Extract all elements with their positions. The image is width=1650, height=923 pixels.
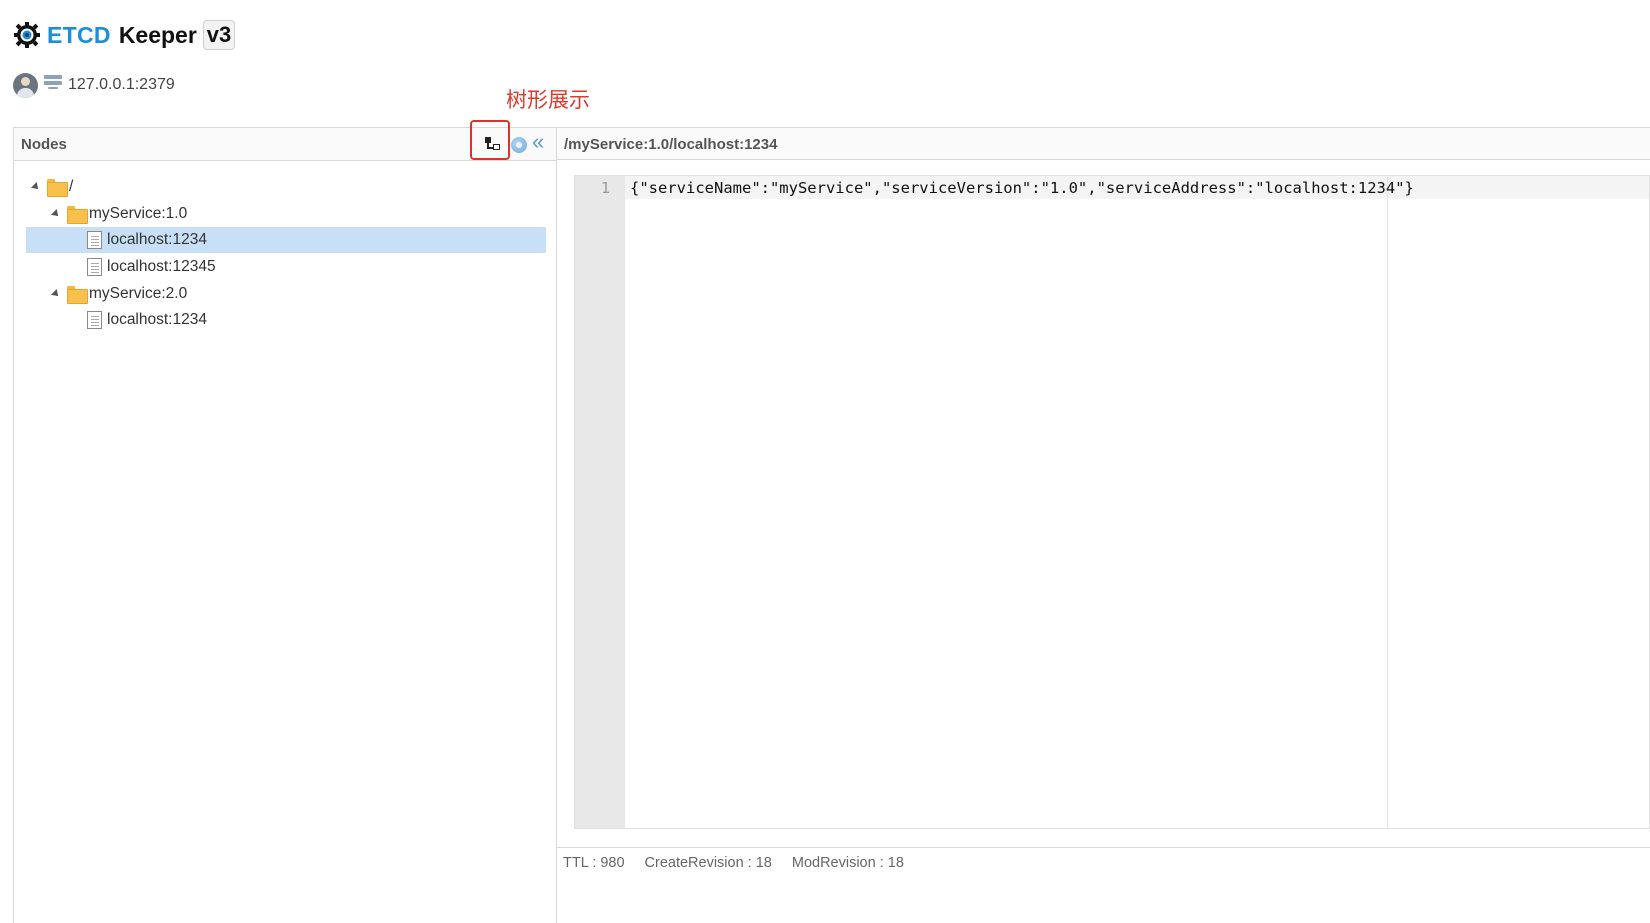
tree-node-file[interactable]: localhost:1234 — [26, 307, 546, 333]
expand-caret-icon[interactable] — [31, 182, 41, 192]
refresh-icon[interactable] — [511, 137, 527, 153]
nodes-panel-title: Nodes — [21, 136, 67, 153]
node-stats-footer: TTL : 980 CreateRevision : 18 ModRevisio… — [557, 847, 1650, 877]
brand-keeper: Keeper — [118, 21, 197, 48]
node-path: /myService:1.0/localhost:1234 — [564, 136, 778, 153]
value-editor[interactable]: 1 {"serviceName":"myService","serviceVer… — [574, 175, 1650, 829]
tree-node-file-selected[interactable]: localhost:1234 — [26, 227, 546, 254]
collapse-left-icon[interactable]: « — [532, 131, 544, 153]
tree-node-label: myService:1.0 — [89, 204, 188, 222]
ttl-value: TTL : 980 — [563, 855, 625, 871]
nodes-panel-header: Nodes « — [14, 120, 556, 161]
expand-caret-icon[interactable] — [51, 288, 61, 299]
line-number: 1 — [600, 179, 610, 197]
folder-icon — [67, 205, 88, 224]
create-revision-value: CreateRevision : 18 — [644, 855, 772, 871]
editor-gutter: 1 — [575, 176, 625, 828]
app-brand: ETCD Keeper v3 — [13, 18, 236, 52]
brand-etcd: ETCD — [47, 21, 111, 48]
tree-view-icon[interactable] — [484, 135, 502, 153]
tree-node-folder[interactable]: myService:2.0 — [26, 281, 546, 307]
expand-caret-icon[interactable] — [51, 208, 61, 219]
folder-icon — [67, 285, 88, 304]
tree-node-root[interactable]: / — [26, 174, 546, 200]
tree-node-label: / — [69, 178, 74, 195]
server-icon — [44, 75, 62, 95]
folder-icon — [47, 179, 68, 197]
editor-header: /myService:1.0/localhost:1234 — [557, 127, 1650, 160]
tree-node-label: localhost:1234 — [107, 231, 207, 249]
tree-node-label: myService:2.0 — [89, 284, 188, 302]
file-icon — [87, 258, 102, 277]
node-tree: / myService:1.0 localhost:1234 localhost… — [26, 174, 546, 334]
mod-revision-value: ModRevision : 18 — [791, 855, 904, 871]
etcd-keeper-app: ETCD Keeper v3 127.0.0.1:2379 树形展示 Nodes… — [0, 0, 1650, 923]
file-icon — [87, 231, 102, 250]
tree-node-label: localhost:12345 — [107, 258, 216, 276]
tree-node-file[interactable]: localhost:12345 — [26, 254, 546, 280]
tree-node-label: localhost:1234 — [107, 311, 207, 329]
connection-info: 127.0.0.1:2379 — [13, 72, 175, 98]
tree-node-folder[interactable]: myService:1.0 — [26, 201, 546, 227]
nodes-panel: Nodes « / myService:1.0 localhost:1234 l… — [13, 120, 557, 923]
version-badge: v3 — [202, 20, 236, 50]
tree-view-annotation: 树形展示 — [506, 88, 590, 112]
user-avatar-icon[interactable] — [13, 72, 38, 98]
gear-eye-icon — [14, 22, 40, 48]
editor-content[interactable]: {"serviceName":"myService","serviceVersi… — [630, 179, 1414, 197]
print-margin — [1387, 176, 1388, 828]
server-address[interactable]: 127.0.0.1:2379 — [68, 76, 175, 94]
file-icon — [87, 311, 102, 330]
